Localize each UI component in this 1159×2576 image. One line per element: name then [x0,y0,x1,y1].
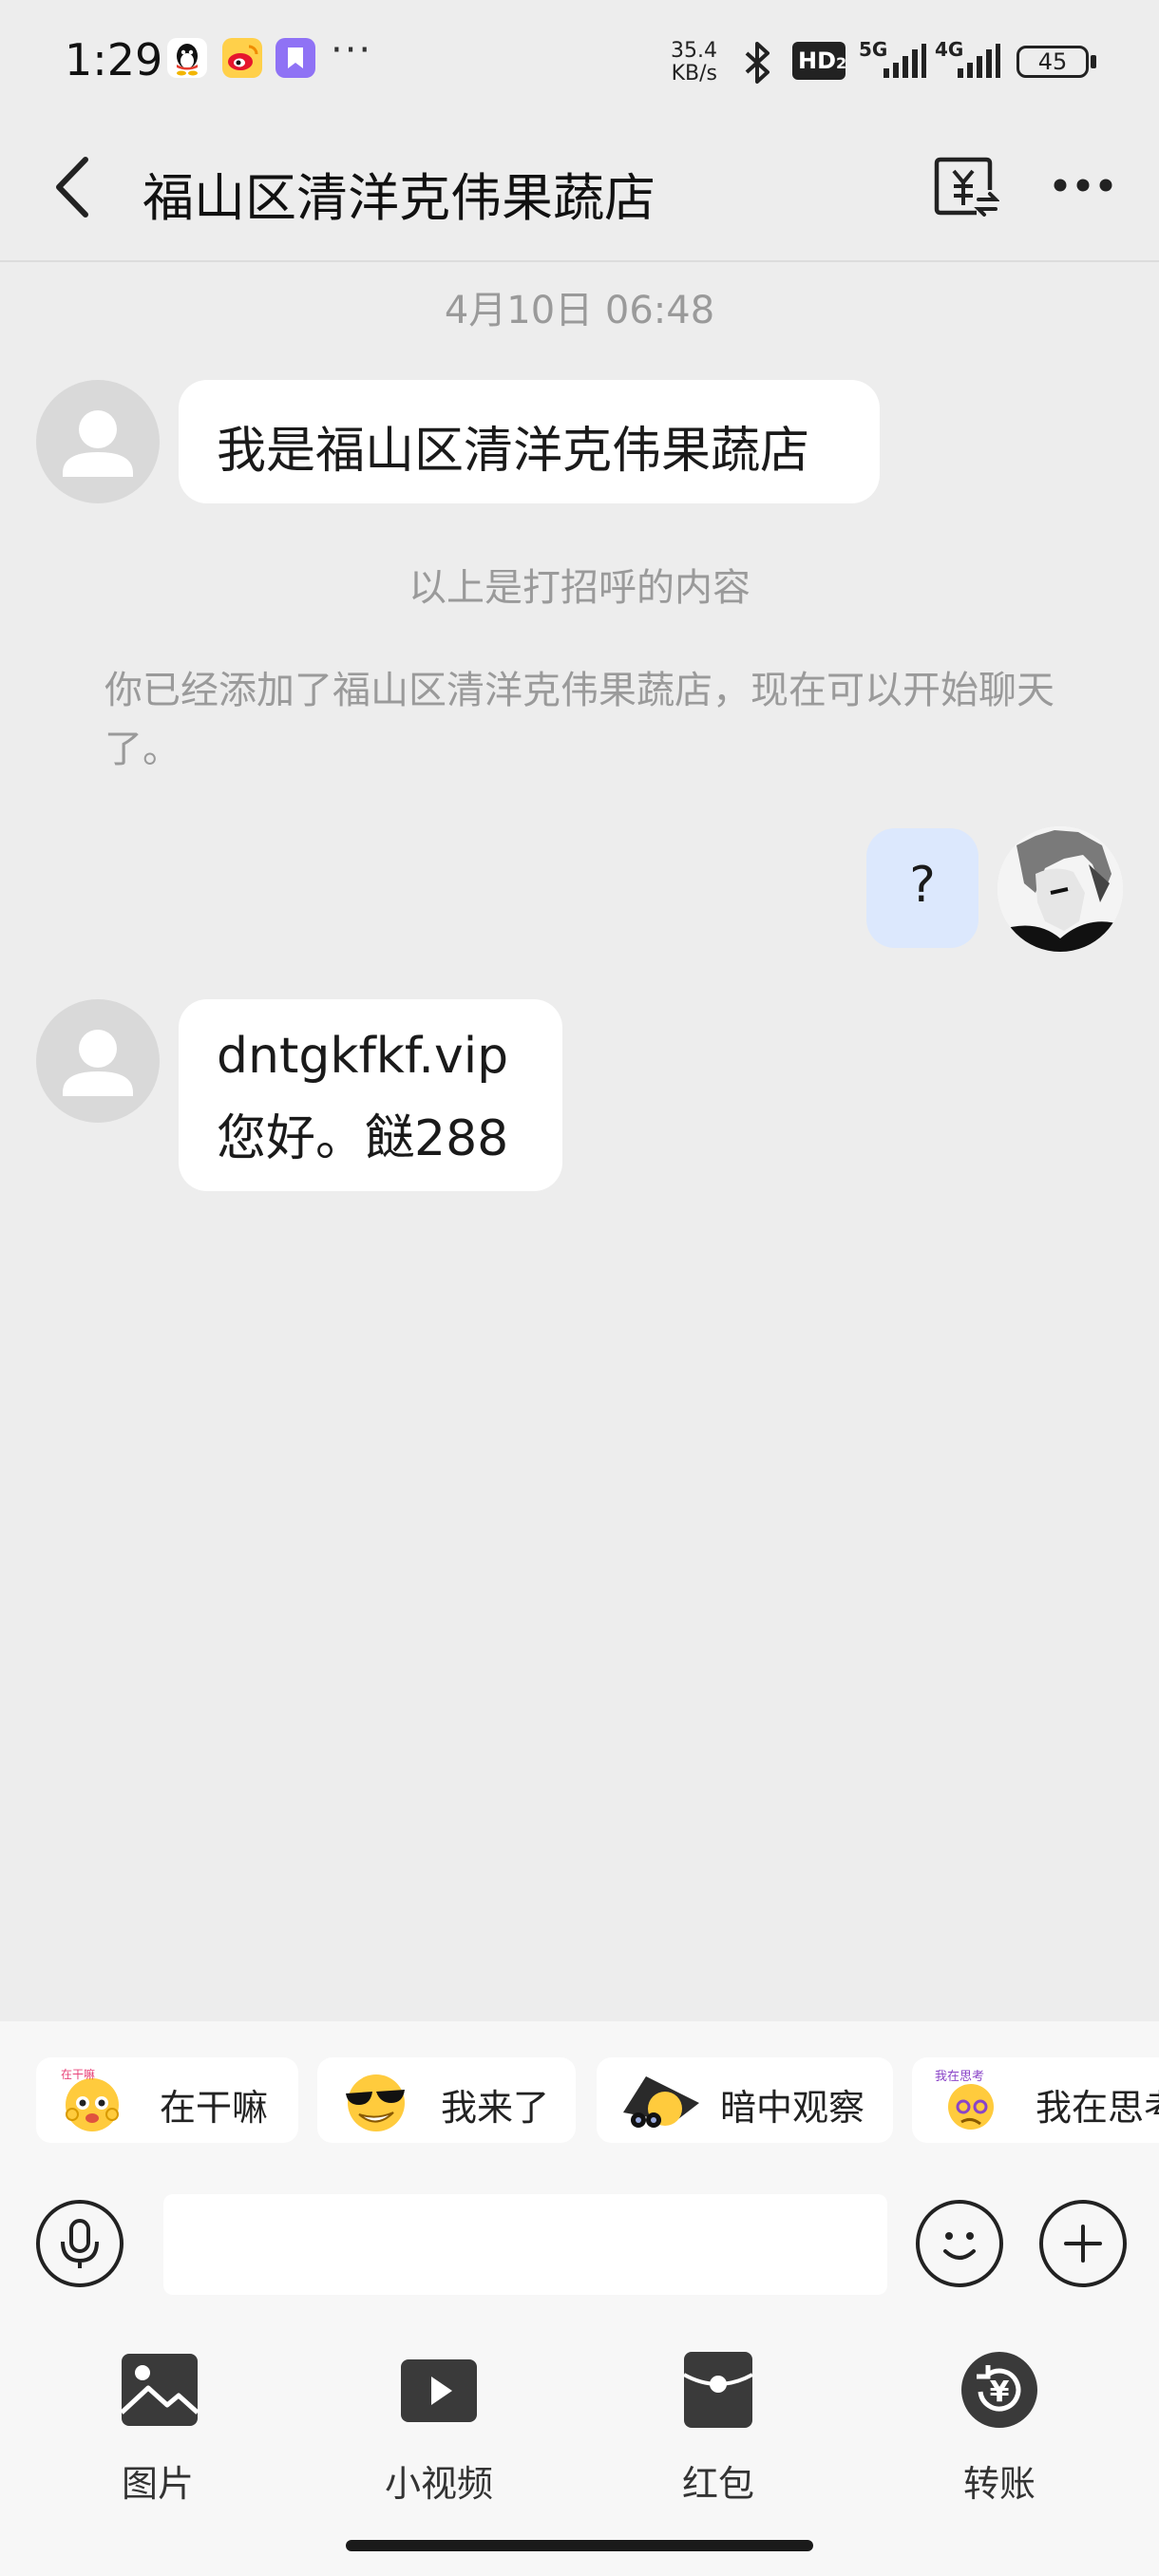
status-time: 1:29 [65,34,163,85]
message-bubble-incoming[interactable]: dntgkfkf.vip 您好。餸288 [179,999,562,1191]
contact-avatar[interactable] [36,999,160,1123]
sticker-suggestion[interactable]: 在干嘛 在干嘛 [36,2057,298,2143]
battery-icon: 45 [1016,46,1089,78]
contact-avatar[interactable] [36,380,160,503]
sunglasses-emoji-icon [346,2074,405,2131]
bluetooth-icon [737,40,779,89]
battery-tip [1091,55,1096,68]
hd-voice-icon: HD2 [792,42,846,80]
transfer-header-button[interactable] [933,154,1000,220]
hd-label: HD [798,47,837,74]
emoji-button[interactable] [916,2200,1003,2287]
tool-label: 转账 [962,2463,1036,2505]
anime-character-avatar-icon [998,826,1123,952]
red-packet-icon [683,2352,753,2428]
video-icon [401,2359,477,2422]
message-bubble-incoming[interactable]: 我是福山区清洋克伟果蔬店 [179,380,880,503]
signal-5g-icon [880,42,927,84]
back-button[interactable] [48,152,101,226]
message-text: ? [909,857,936,914]
sticker-suggestion[interactable]: 我来了 [317,2057,576,2143]
shy-emoji-icon: 在干嘛 [61,2067,119,2131]
transfer-icon: ¥ [961,2352,1037,2428]
image-icon [120,2354,200,2426]
my-avatar[interactable] [998,826,1123,952]
money-transfer-icon [934,157,1000,217]
message-text-line: dntgkfkf.vip [217,1028,509,1085]
sticker-label: 我在思考 [1036,2087,1159,2129]
sticker-badge-text: 在干嘛 [61,2067,95,2081]
microphone-icon [61,2219,99,2268]
spy-emoji-icon [623,2076,699,2128]
sticker-label: 我来了 [441,2087,550,2129]
qq-icon [167,38,207,78]
more-actions-button[interactable] [1039,2200,1127,2287]
home-indicator[interactable] [346,2540,813,2551]
message-input[interactable] [163,2194,887,2295]
sticker-suggestion[interactable]: 暗中观察 [597,2057,893,2143]
message-text-line: 您好。餸288 [217,1110,509,1167]
more-options-button[interactable] [1053,171,1113,199]
more-dots-icon [1054,179,1112,192]
greeting-note: 以上是打招呼的内容 [408,566,750,610]
weibo-icon [222,38,262,78]
network-speed: 35.4 KB/s [671,40,717,85]
default-user-icon [63,410,133,477]
chat-timestamp: 4月10日 06:48 [444,289,715,332]
tool-label: 小视频 [384,2463,493,2505]
sticker-badge-text: 我在思考 [935,2070,984,2084]
hd-sub: 2 [836,54,847,72]
more-notifications-icon: ··· [331,28,373,72]
thinking-emoji-icon: 我在思考 [935,2070,994,2130]
message-text: 我是福山区清洋克伟果蔬店 [217,423,810,480]
chevron-left-icon [56,157,88,218]
net-speed-unit: KB/s [671,62,717,85]
net-speed-value: 35.4 [671,39,717,63]
sticker-label: 暗中观察 [720,2087,865,2129]
sticker-label: 在干嘛 [160,2087,269,2129]
yuan-glyph: ¥ [990,2376,1010,2409]
voice-input-button[interactable] [36,2200,124,2287]
tool-label: 图片 [121,2463,194,2505]
signal-4g-icon [954,42,1001,84]
message-bubble-outgoing[interactable]: ? [866,828,978,948]
page-title: 福山区清洋克伟果蔬店 [142,168,656,228]
tool-label: 红包 [681,2463,754,2505]
plus-icon [1064,2225,1102,2263]
sticker-suggestion[interactable]: 我在思考 我在思考 [912,2057,1159,2143]
friend-added-notice: 你已经添加了福山区清洋克伟果蔬店，现在可以开始聊天了。 [104,669,1054,771]
default-user-icon [63,1030,133,1096]
smiley-icon [943,2232,976,2260]
bookmark-app-icon [276,38,315,78]
